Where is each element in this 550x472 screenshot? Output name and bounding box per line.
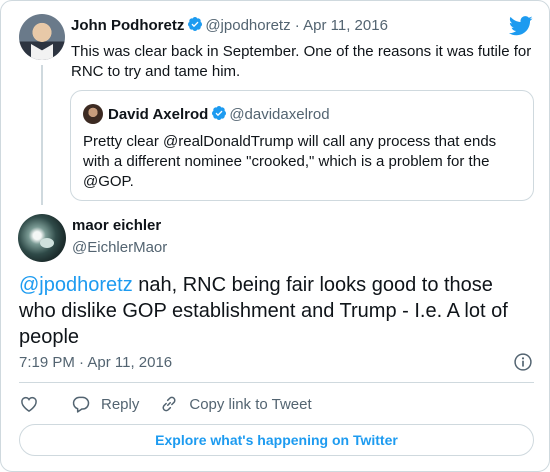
avatar-maor-eichler[interactable] [18,214,66,262]
parent-author-name[interactable]: John Podhoretz [71,17,184,34]
quoted-author-name: David Axelrod [108,106,209,123]
like-button[interactable] [19,394,39,414]
quoted-author-handle: @davidaxelrod [229,106,330,123]
heart-icon [21,396,37,412]
verified-badge-icon [212,106,227,120]
copy-link-label: Copy link to Tweet [189,395,312,413]
link-icon [162,396,176,412]
main-tweet-text: @jpodhoretz nah, RNC being fair looks go… [19,272,534,350]
avatar-john-podhoretz[interactable] [19,14,65,60]
main-author-name[interactable]: maor eichler [72,217,161,234]
parent-author-handle[interactable]: @jpodhoretz [205,17,290,34]
divider [19,382,534,383]
quoted-tweet-header: David Axelrod @davidaxelrod [108,105,330,124]
avatar-david-axelrod [83,104,103,124]
copy-link-button[interactable]: Copy link to Tweet [159,394,312,414]
explore-twitter-button[interactable]: Explore what's happening on Twitter [19,424,534,456]
main-author-handle[interactable]: @EichlerMaor [72,239,167,256]
thread-connector-line [41,65,43,205]
tweet-timestamp[interactable]: 7:19 PM · Apr 11, 2016 [19,354,172,371]
verified-badge-icon [188,17,203,31]
tweet-actions: Reply Copy link to Tweet [19,392,312,416]
quoted-tweet-text: Pretty clear @realDonaldTrump will call … [83,133,497,190]
parent-tweet-text: This was clear back in September. One of… [71,43,532,80]
reply-button[interactable]: Reply [71,394,139,414]
date-separator: · [290,17,304,34]
reply-icon [72,396,90,413]
quoted-tweet[interactable]: David Axelrod @davidaxelrod Pretty clear … [70,90,534,201]
twitter-bird-icon[interactable] [509,16,533,36]
reply-label: Reply [101,395,140,413]
tweet-embed-card: John Podhoretz @jpodhoretz · Apr 11, 2016… [0,0,550,472]
parent-tweet-date[interactable]: Apr 11, 2016 [303,17,388,34]
parent-tweet-header: John Podhoretz @jpodhoretz · Apr 11, 2016 [71,16,388,35]
info-icon[interactable] [513,352,533,372]
mention-link[interactable]: @jpodhoretz [19,274,133,296]
